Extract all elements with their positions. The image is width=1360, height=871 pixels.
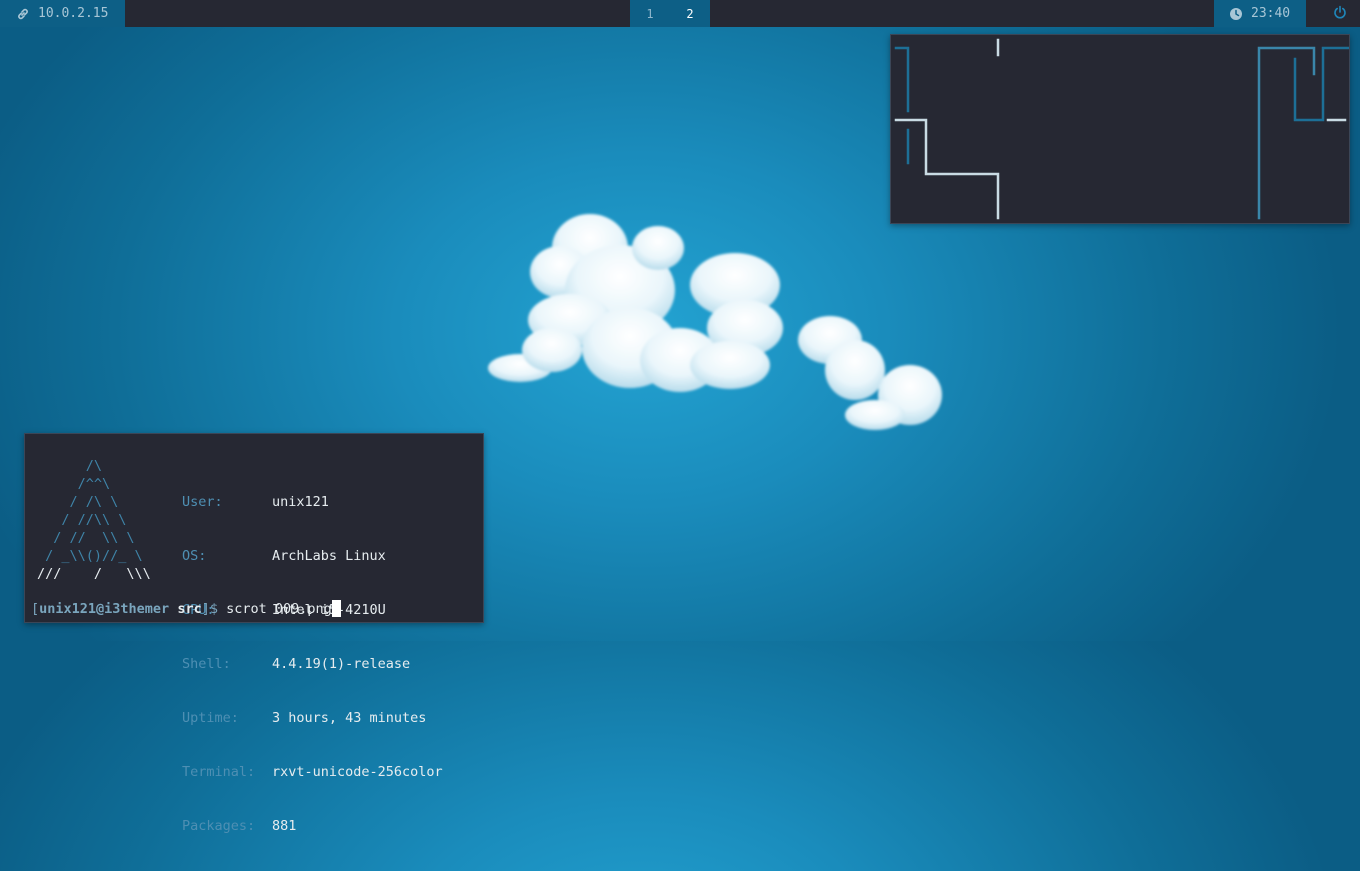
info-key: Packages: — [182, 818, 256, 834]
info-row: User: unix121 — [182, 493, 443, 511]
info-row: OS: ArchLabs Linux — [182, 547, 443, 565]
pipes-animation — [894, 38, 1351, 220]
prompt-open-bracket: [ — [31, 601, 40, 617]
shell-prompt[interactable]: [unix121@i3themer src]$ scrot 009.png — [31, 600, 341, 618]
ip-address: 10.0.2.15 — [38, 6, 109, 21]
logo-line: /// / \\\ — [37, 566, 151, 582]
info-row: Uptime: 3 hours, 43 minutes — [182, 709, 443, 727]
logo-line: / //\\ \ — [37, 512, 127, 528]
prompt-user-host: unix121@i3themer — [39, 601, 170, 617]
info-row: Packages: 881 — [182, 817, 443, 835]
cloud-image — [488, 214, 942, 430]
command-text[interactable]: scrot 009.png — [226, 601, 332, 617]
info-key: Uptime: — [182, 710, 239, 726]
info-value: rxvt-unicode-256color — [272, 764, 443, 780]
clock-module[interactable]: 23:40 — [1214, 0, 1306, 27]
logo-line: /\ — [37, 458, 103, 474]
clock-icon — [1229, 7, 1243, 21]
logo-line: /^^\ — [37, 476, 111, 492]
text-cursor — [331, 600, 341, 617]
prompt-directory: src — [177, 601, 202, 617]
workspace-switcher: 1 2 — [630, 0, 710, 27]
workspace-1-button[interactable]: 1 — [630, 0, 670, 27]
info-value: 3 hours, 43 minutes — [272, 710, 427, 726]
archlabs-ascii-logo: /\ /^^\ / /\ \ / //\\ \ / // \\ \ / _\\(… — [37, 457, 151, 583]
network-module[interactable]: 10.0.2.15 — [0, 0, 125, 27]
power-button[interactable] — [1320, 0, 1360, 27]
bar-spacer-end — [1306, 0, 1320, 27]
clock-time: 23:40 — [1251, 6, 1291, 21]
info-row: Shell: 4.4.19(1)-release — [182, 655, 443, 673]
prompt-close: ]$ — [201, 601, 218, 617]
bar-spacer-right — [710, 0, 1214, 27]
info-value: 881 — [272, 818, 297, 834]
logo-line: / /\ \ — [37, 494, 119, 510]
info-key: Shell: — [182, 656, 231, 672]
system-info: User: unix121 OS: ArchLabs Linux CPU: Intel… — [182, 457, 443, 871]
info-value: ArchLabs Linux — [272, 548, 386, 564]
pipes-terminal-window[interactable] — [890, 34, 1351, 224]
top-bar: 10.0.2.15 1 2 23:40 — [0, 0, 1360, 27]
info-key: Terminal: — [182, 764, 256, 780]
terminal-window[interactable]: /\ /^^\ / /\ \ / //\\ \ / // \\ \ / _\\(… — [24, 433, 484, 834]
workspace-2-button[interactable]: 2 — [670, 0, 710, 27]
logo-line: / // \\ \ — [37, 530, 135, 546]
link-icon — [16, 7, 30, 21]
info-key: User: — [182, 494, 223, 510]
info-value: 4.4.19(1)-release — [272, 656, 411, 672]
power-icon — [1333, 5, 1347, 23]
info-row: Terminal: rxvt-unicode-256color — [182, 763, 443, 781]
info-value: unix121 — [272, 494, 329, 510]
info-key: OS: — [182, 548, 207, 564]
logo-line: / _\\()//_ \ — [37, 548, 143, 564]
bar-spacer-left — [125, 0, 630, 27]
